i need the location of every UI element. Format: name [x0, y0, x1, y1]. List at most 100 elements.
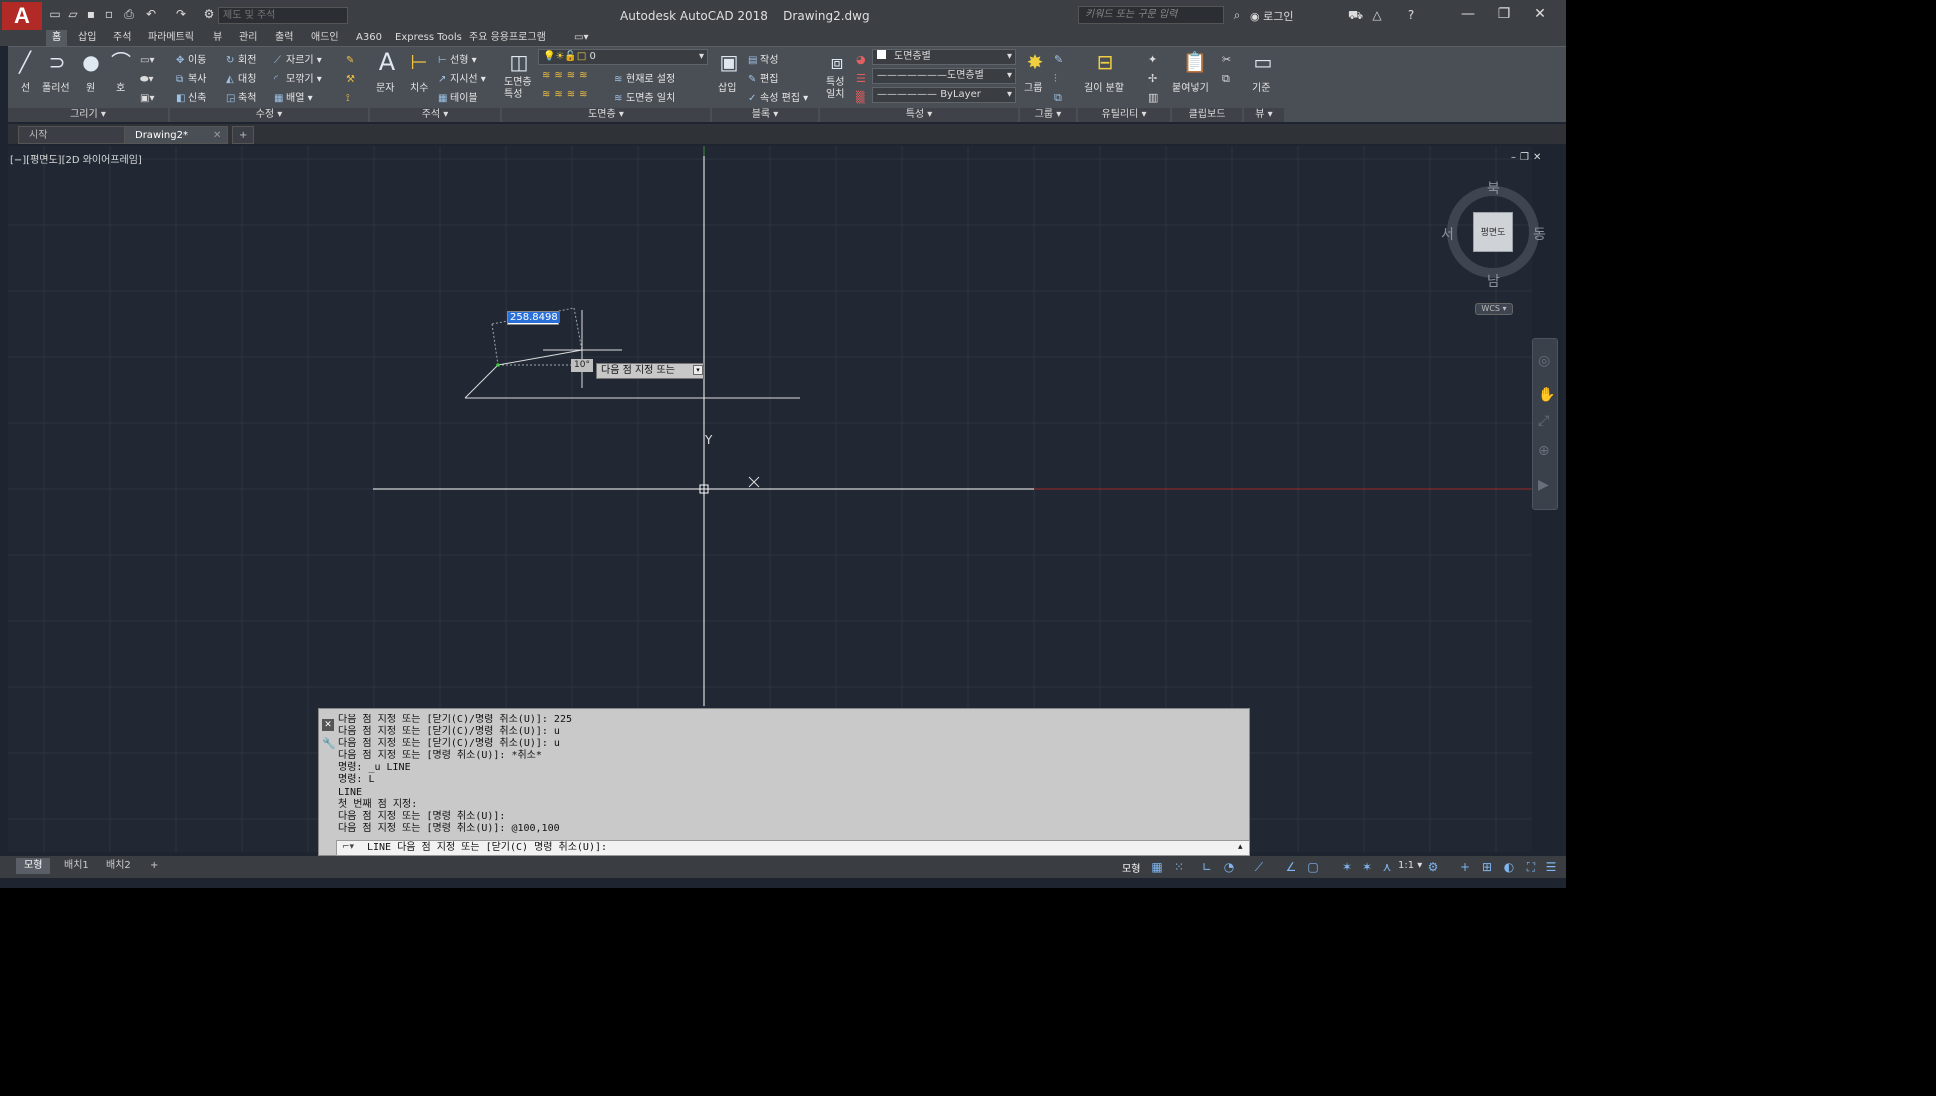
edit-block-button[interactable]: ✎ 편집: [748, 70, 778, 85]
viewport-controls[interactable]: [−][평면도][2D 와이어프레임]: [10, 151, 142, 166]
measure-icon[interactable]: ⊟: [1092, 49, 1118, 75]
color-dropdown[interactable]: 도면층별 ▾: [872, 49, 1016, 65]
view-panel-title[interactable]: 뷰 ▾: [1244, 108, 1284, 122]
customization-menu-icon[interactable]: ☰: [1544, 860, 1558, 874]
search-input[interactable]: 키워드 또는 구문 입력: [1078, 6, 1224, 24]
fillet-button[interactable]: ◜ 모깎기 ▾: [274, 70, 322, 85]
insert-block-icon[interactable]: ▣: [716, 49, 742, 75]
circle-icon[interactable]: ●: [78, 49, 104, 75]
object-snap-tracking-icon[interactable]: ∠: [1284, 860, 1298, 874]
new-tab-button[interactable]: +: [232, 126, 254, 144]
arc-button[interactable]: 호: [116, 79, 125, 94]
grid-icon[interactable]: ▦: [1150, 860, 1164, 874]
clipboard-panel-title[interactable]: 클립보드: [1172, 108, 1242, 122]
tab-addins[interactable]: 애드인: [305, 30, 345, 46]
snap-icon[interactable]: ⁙: [1172, 860, 1186, 874]
tab-drawing2[interactable]: Drawing2* ✕: [124, 126, 228, 144]
cart-icon[interactable]: ⛟: [1348, 8, 1363, 22]
tab-model-layout[interactable]: 모형: [16, 858, 51, 874]
undo-icon[interactable]: ↶: [144, 7, 158, 21]
model-space-button[interactable]: 모형: [1122, 860, 1140, 875]
tab-home[interactable]: 홈: [46, 30, 68, 46]
modify-panel-title[interactable]: 수정 ▾: [170, 108, 368, 122]
binoculars-icon[interactable]: ⌕: [1230, 8, 1244, 22]
viewcube-top-face[interactable]: 평면도: [1473, 212, 1513, 252]
tab-a360[interactable]: A360: [350, 30, 388, 46]
tab-output[interactable]: 출력: [269, 30, 299, 46]
pan-icon[interactable]: ✋: [1538, 387, 1555, 403]
close-button[interactable]: ✕: [1530, 6, 1550, 22]
linetype-dropdown[interactable]: ———————도면층별 ▾: [872, 68, 1016, 84]
lineweight-dropdown[interactable]: —————— ByLayer ▾: [872, 87, 1016, 103]
ortho-icon[interactable]: ∟: [1200, 860, 1214, 874]
tab-annotate[interactable]: 주석: [107, 30, 137, 46]
layer-dropdown[interactable]: 💡☀🔓□ 0 ▾: [538, 49, 708, 65]
isodraft-icon[interactable]: ⟋: [1252, 860, 1266, 875]
save-as-icon[interactable]: ▫: [102, 7, 116, 21]
workspace-dropdown[interactable]: 제도 및 주석: [218, 7, 348, 24]
measure-button[interactable]: 길이 분할: [1084, 79, 1124, 94]
restore-button[interactable]: ❐: [1494, 6, 1514, 22]
tab-layout2[interactable]: 배치2: [98, 858, 139, 874]
scale-button[interactable]: ◲ 축척: [226, 89, 256, 104]
polar-icon[interactable]: ◔: [1222, 860, 1236, 874]
save-icon[interactable]: ▪: [84, 7, 98, 21]
properties-panel-title[interactable]: 특성 ▾: [820, 108, 1018, 122]
command-customize-icon[interactable]: 🔧: [322, 737, 336, 750]
dynamic-input-length[interactable]: 258.8498: [507, 311, 560, 325]
isolate-objects-icon[interactable]: ◐: [1502, 860, 1516, 874]
add-layout-button[interactable]: +: [142, 858, 166, 874]
group-icon[interactable]: ✸: [1022, 49, 1048, 75]
move-button[interactable]: ✥ 이동: [176, 51, 206, 66]
annotation-scale-dropdown[interactable]: 1:1 ▾: [1398, 860, 1422, 871]
tab-parametric[interactable]: 파라메트릭: [142, 30, 200, 46]
wcs-menu[interactable]: WCS ▾: [1475, 303, 1513, 315]
viewcube-east[interactable]: 동: [1533, 224, 1546, 244]
open-file-icon[interactable]: ▱: [66, 7, 80, 21]
command-history-toggle-icon[interactable]: ▴: [1238, 842, 1243, 852]
make-current-button[interactable]: ≋ 현재로 설정: [614, 70, 675, 85]
ribbon-toggle-icon[interactable]: ▭▾: [568, 30, 594, 46]
base-view-button[interactable]: 기준: [1252, 79, 1270, 94]
a360-icon[interactable]: △: [1370, 8, 1384, 22]
linear-button[interactable]: ⊢ 선형 ▾: [438, 51, 477, 66]
copy-button[interactable]: ⧉ 복사: [176, 70, 206, 85]
paste-icon[interactable]: 📋: [1182, 49, 1208, 75]
dimension-icon[interactable]: ⊢: [406, 49, 432, 75]
minimize-button[interactable]: —: [1458, 6, 1478, 22]
login-button[interactable]: ◉ 로그인: [1250, 8, 1293, 24]
dimension-button[interactable]: 치수: [410, 79, 428, 94]
create-block-button[interactable]: ▤ 작성: [748, 51, 778, 66]
new-file-icon[interactable]: ▭: [48, 7, 62, 21]
stretch-button[interactable]: ◧ 신축: [176, 89, 206, 104]
workspace-gear-icon[interactable]: ⚙: [202, 7, 216, 21]
tab-manage[interactable]: 관리: [233, 30, 263, 46]
tab-express-tools[interactable]: Express Tools: [389, 30, 468, 46]
layer-properties-icon[interactable]: ◫: [506, 49, 532, 75]
polyline-button[interactable]: 폴리선: [42, 79, 70, 94]
annotation-scale-icon[interactable]: ⋏: [1380, 860, 1394, 874]
print-icon[interactable]: ⎙: [122, 7, 136, 21]
block-panel-title[interactable]: 블록 ▾: [712, 108, 818, 122]
line-button[interactable]: 선: [21, 79, 30, 94]
utilities-panel-title[interactable]: 유틸리티 ▾: [1078, 108, 1170, 122]
draw-small-tools[interactable]: ▭▾ ⬬▾ ▣▾: [140, 51, 154, 108]
tab-view[interactable]: 뷰: [207, 30, 228, 46]
modify-extra-tools[interactable]: ✎ ⚒ ⟟: [346, 51, 355, 108]
help-icon[interactable]: ?: [1404, 8, 1418, 22]
viewcube-south[interactable]: 남: [1487, 271, 1500, 291]
showmotion-icon[interactable]: ▶: [1538, 477, 1549, 493]
tab-start[interactable]: 시작: [18, 126, 128, 144]
group-button[interactable]: 그룹: [1024, 79, 1042, 94]
command-prompt-icon[interactable]: ⌐▾: [342, 842, 354, 852]
auto-scale-icon[interactable]: ✶: [1360, 860, 1374, 874]
fullscreen-icon[interactable]: ⛶: [1524, 860, 1538, 875]
annotation-visibility-icon[interactable]: ✶: [1340, 860, 1354, 874]
steering-wheel-icon[interactable]: ◎: [1538, 353, 1550, 369]
layer-tools-row2[interactable]: ≋≋≋≋: [542, 89, 592, 100]
polyline-icon[interactable]: ⊃: [44, 49, 70, 75]
layer-properties-button[interactable]: 도면층 특성: [504, 77, 532, 101]
array-button[interactable]: ▦ 배열 ▾: [274, 89, 313, 104]
table-button[interactable]: ▦ 테이블: [438, 89, 478, 104]
prompt-options-icon[interactable]: ▾: [693, 365, 703, 375]
